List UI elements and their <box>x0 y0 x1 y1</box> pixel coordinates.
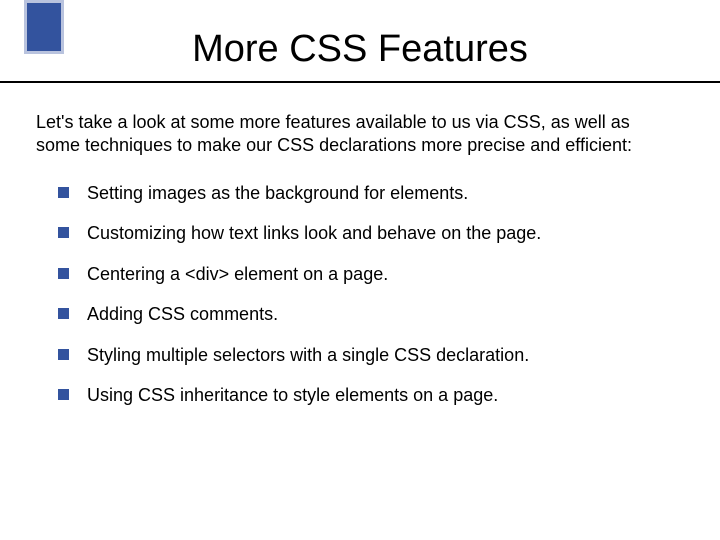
list-item: Setting images as the background for ele… <box>58 182 676 205</box>
bullet-text: Customizing how text links look and beha… <box>87 222 541 245</box>
slide-title: More CSS Features <box>0 28 720 71</box>
square-bullet-icon <box>58 227 69 238</box>
square-bullet-icon <box>58 268 69 279</box>
list-item: Styling multiple selectors with a single… <box>58 344 676 367</box>
intro-paragraph: Let's take a look at some more features … <box>36 111 676 158</box>
bullet-list: Setting images as the background for ele… <box>36 182 676 407</box>
title-area: More CSS Features <box>0 0 720 83</box>
list-item: Adding CSS comments. <box>58 303 676 326</box>
square-bullet-icon <box>58 349 69 360</box>
list-item: Customizing how text links look and beha… <box>58 222 676 245</box>
bullet-text: Using CSS inheritance to style elements … <box>87 384 498 407</box>
square-bullet-icon <box>58 308 69 319</box>
bullet-text: Setting images as the background for ele… <box>87 182 468 205</box>
bullet-text: Adding CSS comments. <box>87 303 278 326</box>
square-bullet-icon <box>58 187 69 198</box>
bullet-text: Styling multiple selectors with a single… <box>87 344 529 367</box>
bullet-text: Centering a <div> element on a page. <box>87 263 388 286</box>
list-item: Using CSS inheritance to style elements … <box>58 384 676 407</box>
accent-box <box>24 0 64 54</box>
content-area: Let's take a look at some more features … <box>0 83 720 407</box>
square-bullet-icon <box>58 389 69 400</box>
list-item: Centering a <div> element on a page. <box>58 263 676 286</box>
